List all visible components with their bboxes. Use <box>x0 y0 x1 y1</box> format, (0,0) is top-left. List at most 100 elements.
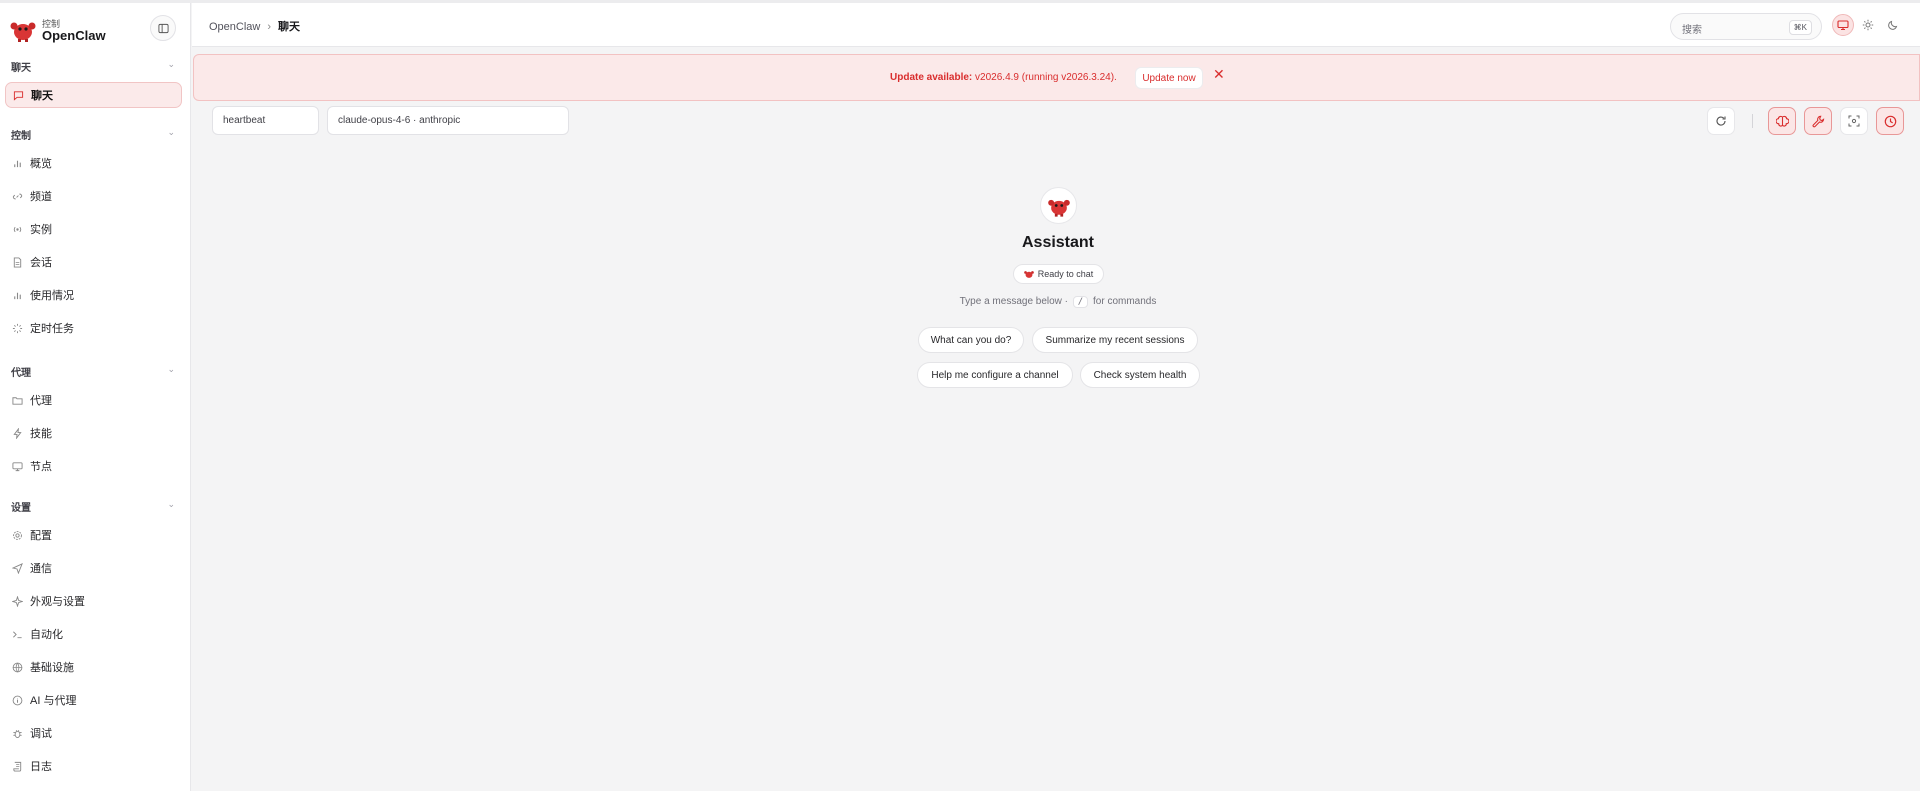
lightning-icon <box>13 427 22 439</box>
scroll-icon <box>13 761 22 772</box>
update-banner: Update available: v2026.4.9 (running v20… <box>193 54 1920 101</box>
model-select[interactable]: claude-opus-4-6 · anthropic <box>327 106 569 135</box>
slash-key: / <box>1072 296 1089 308</box>
monitor-icon <box>12 461 23 471</box>
sidebar-item-logs[interactable]: 日志 <box>5 753 182 779</box>
suggestion-summarize-sessions[interactable]: Summarize my recent sessions <box>1032 327 1198 353</box>
clock-icon <box>1884 115 1896 127</box>
top-header: OpenClaw › 聊天 搜索 ⌘K <box>192 3 1920 47</box>
sidebar-item-instances[interactable]: 实例 <box>5 216 182 242</box>
sidebar-item-label: 配置 <box>30 530 52 542</box>
theme-light-button[interactable] <box>1857 14 1879 36</box>
sidebar-item-label: 会话 <box>30 257 52 269</box>
group-header-settings[interactable]: 设置 ⌄ <box>11 499 175 515</box>
lobster-logo-icon <box>10 22 36 42</box>
sidebar-item-label: 定时任务 <box>30 323 74 335</box>
sidebar-item-label: 技能 <box>30 428 52 440</box>
sidebar: 控制 OpenClaw 聊天 ⌄ 聊天 控制 ⌄ 概览 频道 实例 会话 使用情 <box>0 3 191 791</box>
document-icon <box>13 256 22 268</box>
sidebar-item-overview[interactable]: 概览 <box>5 150 182 176</box>
sidebar-item-label: 日志 <box>30 761 52 773</box>
group-header-agents[interactable]: 代理 ⌄ <box>11 364 175 380</box>
assistant-title: Assistant <box>1021 234 1095 251</box>
refresh-button[interactable] <box>1707 107 1735 135</box>
search-placeholder: 搜索 <box>1682 25 1702 36</box>
focus-mode-button[interactable] <box>1840 107 1868 135</box>
thinking-toggle-button[interactable] <box>1768 107 1796 135</box>
suggestion-system-health[interactable]: Check system health <box>1080 362 1200 388</box>
suggestion-configure-channel[interactable]: Help me configure a channel <box>917 362 1073 388</box>
group-header-control[interactable]: 控制 ⌄ <box>11 127 175 143</box>
toolbar-divider <box>1752 114 1753 128</box>
sidebar-item-skills[interactable]: 技能 <box>5 420 182 446</box>
sidebar-item-communication[interactable]: 通信 <box>5 555 182 581</box>
collapse-sidebar-button[interactable] <box>150 15 176 41</box>
bug-icon <box>13 729 22 738</box>
breadcrumb-root[interactable]: OpenClaw <box>209 21 260 33</box>
sidebar-item-sessions[interactable]: 会话 <box>5 249 182 275</box>
suggestion-what-can-you-do[interactable]: What can you do? <box>918 327 1024 353</box>
sidebar-item-label: 概览 <box>30 158 52 170</box>
sidebar-panel-icon <box>157 23 169 33</box>
sidebar-item-label: 通信 <box>30 563 52 575</box>
sidebar-item-channels[interactable]: 频道 <box>5 183 182 209</box>
sidebar-item-label: 聊天 <box>31 90 53 102</box>
monitor-icon <box>1837 20 1849 31</box>
chevron-down-icon: ⌄ <box>167 364 175 374</box>
sidebar-item-chat[interactable]: 聊天 <box>5 82 182 108</box>
sidebar-item-label: 基础设施 <box>30 662 74 674</box>
history-toggle-button[interactable] <box>1876 107 1904 135</box>
sidebar-item-usage[interactable]: 使用情况 <box>5 282 182 308</box>
update-strong: Update available: <box>890 72 973 83</box>
chat-bubble-icon <box>13 90 24 101</box>
wrench-icon <box>1812 115 1824 127</box>
brand-name: OpenClaw <box>42 28 106 43</box>
sidebar-item-label: 频道 <box>30 191 52 203</box>
breadcrumb-current: 聊天 <box>278 21 301 33</box>
send-icon <box>12 562 23 574</box>
assistant-avatar <box>1040 187 1077 224</box>
focus-scan-icon <box>1848 115 1860 127</box>
group-label: 控制 <box>11 131 31 142</box>
breadcrumb: OpenClaw › 聊天 <box>209 18 300 34</box>
sidebar-item-ai-agents[interactable]: AI 与代理 <box>5 687 182 713</box>
sidebar-item-label: 实例 <box>30 224 52 236</box>
sparkle-icon <box>12 595 23 607</box>
hint-suffix: for commands <box>1093 296 1157 307</box>
sidebar-item-cron[interactable]: 定时任务 <box>5 315 182 341</box>
tools-toggle-button[interactable] <box>1804 107 1832 135</box>
sidebar-item-automation[interactable]: 自动化 <box>5 621 182 647</box>
sidebar-item-nodes[interactable]: 节点 <box>5 453 182 479</box>
search-input[interactable]: 搜索 ⌘K <box>1670 13 1822 40</box>
brain-icon <box>1775 115 1789 127</box>
search-shortcut-badge: ⌘K <box>1788 20 1812 35</box>
sidebar-item-debug[interactable]: 调试 <box>5 720 182 746</box>
theme-dark-button[interactable] <box>1882 14 1904 36</box>
sidebar-item-config[interactable]: 配置 <box>5 522 182 548</box>
bar-chart-icon <box>14 292 21 299</box>
update-message: Update available: v2026.4.9 (running v20… <box>890 72 1117 83</box>
group-header-chat[interactable]: 聊天 ⌄ <box>11 59 175 75</box>
sidebar-item-appearance[interactable]: 外观与设置 <box>5 588 182 614</box>
sidebar-item-label: 外观与设置 <box>30 596 85 608</box>
sidebar-item-agents[interactable]: 代理 <box>5 387 182 413</box>
sidebar-item-label: 代理 <box>30 395 52 407</box>
sidebar-item-infrastructure[interactable]: 基础设施 <box>5 654 182 680</box>
chevron-down-icon: ⌄ <box>167 499 175 509</box>
hint-prefix: Type a message below · <box>959 296 1069 307</box>
update-now-button[interactable]: Update now <box>1135 67 1203 89</box>
breadcrumb-separator: › <box>267 21 272 33</box>
link-icon <box>12 193 23 199</box>
folder-icon <box>12 396 23 405</box>
group-label: 聊天 <box>11 63 31 74</box>
refresh-icon <box>1716 116 1726 126</box>
status-text: Ready to chat <box>1037 269 1094 279</box>
session-select[interactable]: heartbeat <box>212 106 319 135</box>
close-icon[interactable]: ✕ <box>1213 66 1225 83</box>
group-label: 代理 <box>11 368 31 379</box>
theme-system-button[interactable] <box>1832 14 1854 36</box>
terminal-icon <box>13 630 22 638</box>
theme-switcher <box>1832 14 1914 38</box>
chevron-down-icon: ⌄ <box>167 59 175 69</box>
sidebar-item-label: 使用情况 <box>30 290 74 302</box>
